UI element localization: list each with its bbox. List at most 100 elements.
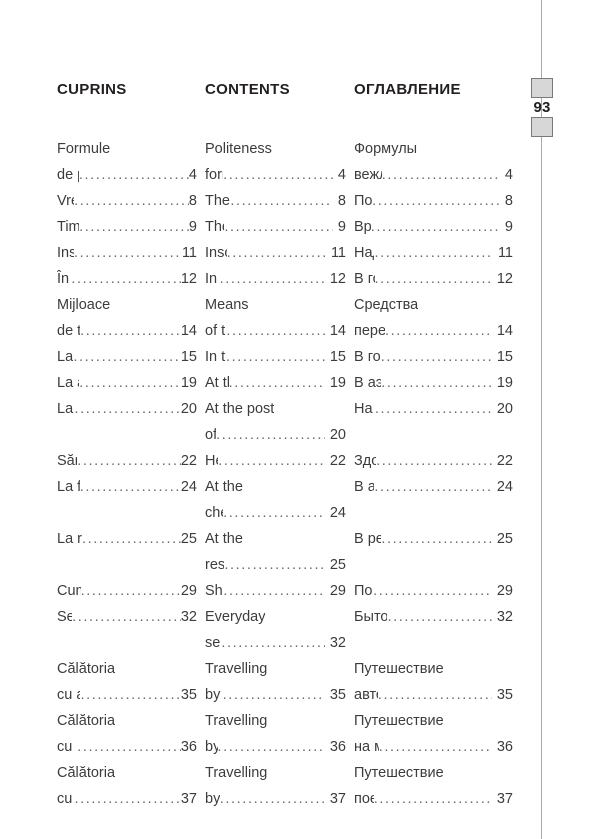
toc-entry-row[interactable]: на машине...............................… xyxy=(354,734,513,760)
toc-column-heading: ОГЛАВЛЕНИЕ xyxy=(354,81,461,98)
toc-entry-row[interactable]: At the xyxy=(205,526,346,552)
toc-entry-row[interactable]: Бытовые услуги..........................… xyxy=(354,604,513,630)
toc-entry-row[interactable]: cu trenul...............................… xyxy=(57,786,197,812)
dot-leader: ........................................… xyxy=(226,323,324,339)
toc-entry-row[interactable]: formulas................................… xyxy=(205,162,346,188)
dot-leader: ........................................… xyxy=(374,271,492,287)
toc-entry-row[interactable]: by car..................................… xyxy=(205,734,346,760)
toc-entry-row[interactable]: поездом.................................… xyxy=(354,786,513,812)
toc-rows: Formule de politeţe......................… xyxy=(57,136,197,812)
toc-entry-row[interactable]: La aeroport.............................… xyxy=(57,370,197,396)
toc-entry-row[interactable]: В аэропорту.............................… xyxy=(354,370,513,396)
toc-entry-row[interactable]: Servicii................................… xyxy=(57,604,197,630)
toc-entry-row[interactable]: In town.................................… xyxy=(205,266,346,292)
toc-entry-row[interactable]: Погода..................................… xyxy=(354,188,513,214)
dot-leader: ........................................… xyxy=(223,583,325,599)
toc-entry-row[interactable]: At the airport..........................… xyxy=(205,370,346,396)
toc-entry-row[interactable]: Формулы xyxy=(354,136,513,162)
toc-entry-row[interactable]: Călătoria xyxy=(57,656,197,682)
toc-entry-label: At the post xyxy=(205,401,275,417)
toc-entry-row[interactable]: Inscripţii..............................… xyxy=(57,240,197,266)
dot-leader: ........................................… xyxy=(230,193,333,209)
toc-entry-label: Politeness xyxy=(205,141,272,157)
toc-entry-row[interactable]: Mijloace xyxy=(57,292,197,318)
toc-entry-row[interactable]: The Time................................… xyxy=(205,214,346,240)
toc-entry-row[interactable]: La hotel................................… xyxy=(57,344,197,370)
toc-entry-row[interactable]: În oraş.................................… xyxy=(57,266,197,292)
toc-entry-row[interactable]: Everyday xyxy=(205,604,346,630)
toc-entry-row[interactable]: В аптеке................................… xyxy=(354,474,513,500)
toc-entry-row[interactable]: restaurant..............................… xyxy=(205,552,346,578)
toc-entry-label: chemist's xyxy=(205,505,223,521)
toc-entry-label: автобусом xyxy=(354,687,378,703)
toc-entry-row[interactable]: La farmacie.............................… xyxy=(57,474,197,500)
toc-entry-row[interactable]: office..................................… xyxy=(205,422,346,448)
toc-entry-row[interactable]: Travelling xyxy=(205,656,346,682)
toc-entry-row[interactable]: by train................................… xyxy=(205,786,346,812)
toc-entry-row[interactable]: Politeness xyxy=(205,136,346,162)
dot-leader: ........................................… xyxy=(77,453,181,469)
toc-page-number: 9 xyxy=(504,219,513,235)
toc-page-number: 24 xyxy=(329,505,346,521)
toc-entry-label: restaurant xyxy=(205,557,225,573)
toc-entry-row[interactable]: Путешествие xyxy=(354,708,513,734)
toc-entry-row[interactable]: Shopping................................… xyxy=(205,578,346,604)
toc-entry-row[interactable]: Путешествие xyxy=(354,760,513,786)
toc-entry-row[interactable]: Cumpărături.............................… xyxy=(57,578,197,604)
toc-entry-row[interactable]: В гостинице.............................… xyxy=(354,344,513,370)
toc-entry-row[interactable]: of transport............................… xyxy=(205,318,346,344)
toc-entry-row[interactable]: Health..................................… xyxy=(205,448,346,474)
toc-entry-row[interactable]: Means xyxy=(205,292,346,318)
toc-entry-row[interactable]: Inscriptions............................… xyxy=(205,240,346,266)
toc-entry-row[interactable]: Время...................................… xyxy=(354,214,513,240)
toc-entry-row[interactable]: Timpul/ora..............................… xyxy=(57,214,197,240)
toc-entry-row[interactable]: Formule xyxy=(57,136,197,162)
toc-entry-label: Travelling xyxy=(205,661,268,677)
toc-entry-row[interactable]: At the xyxy=(205,474,346,500)
toc-entry-row[interactable]: Travelling xyxy=(205,708,346,734)
toc-entry-row[interactable]: Călătoria xyxy=(57,708,197,734)
toc-entry-row[interactable]: передвижения............................… xyxy=(354,318,513,344)
toc-entry-row[interactable]: автобусом...............................… xyxy=(354,682,513,708)
toc-entry-row[interactable]: Покупки.................................… xyxy=(354,578,513,604)
toc-page-number: 9 xyxy=(337,219,346,235)
toc-entry-row[interactable]: In the hotel............................… xyxy=(205,344,346,370)
dot-leader: ........................................… xyxy=(381,375,492,391)
toc-entry-row[interactable]: вежливости..............................… xyxy=(354,162,513,188)
toc-entry-row[interactable]: de transport............................… xyxy=(57,318,197,344)
toc-entry-label: de politeţe xyxy=(57,167,79,183)
toc-page-number: 29 xyxy=(496,583,513,599)
toc-entry-label: de transport xyxy=(57,323,81,339)
toc-entry-row[interactable]: Путешествие xyxy=(354,656,513,682)
toc-entry-row[interactable]: Vremea..................................… xyxy=(57,188,197,214)
toc-entry-row[interactable]: Надписи.................................… xyxy=(354,240,513,266)
toc-entry-row[interactable]: Sănătatea...............................… xyxy=(57,448,197,474)
toc-entry-row[interactable]: La restaurant...........................… xyxy=(57,526,197,552)
toc-entry-row[interactable]: Travelling xyxy=(205,760,346,786)
toc-entry-row[interactable]: Călătoria xyxy=(57,760,197,786)
toc-entry-row[interactable]: At the post xyxy=(205,396,346,422)
toc-entry-label: вежливости xyxy=(354,167,382,183)
toc-entry-row[interactable]: На почте................................… xyxy=(354,396,513,422)
toc-entry-label: В аптеке xyxy=(354,479,375,495)
toc-entry-row[interactable]: The Weather.............................… xyxy=(205,188,346,214)
toc-page-number: 4 xyxy=(188,167,197,183)
toc-page-number: 14 xyxy=(180,323,197,339)
toc-page-number: 14 xyxy=(496,323,513,339)
dot-leader: ........................................… xyxy=(222,687,325,703)
toc-entry-row[interactable]: Здоровье................................… xyxy=(354,448,513,474)
toc-entry-label: La farmacie xyxy=(57,479,80,495)
toc-entry-row[interactable]: chemist's...............................… xyxy=(205,500,346,526)
toc-entry-row[interactable]: В ресторане.............................… xyxy=(354,526,513,552)
toc-entry-row[interactable]: de politeţe.............................… xyxy=(57,162,197,188)
dot-leader: ........................................… xyxy=(74,791,181,807)
toc-page-number: 11 xyxy=(497,245,513,261)
toc-entry-label: передвижения xyxy=(354,323,385,339)
toc-entry-row[interactable]: La poştă................................… xyxy=(57,396,197,422)
toc-entry-row[interactable]: Средства xyxy=(354,292,513,318)
toc-entry-row[interactable]: cu maşina...............................… xyxy=(57,734,197,760)
toc-entry-row[interactable]: services................................… xyxy=(205,630,346,656)
toc-entry-row[interactable]: by coach................................… xyxy=(205,682,346,708)
toc-entry-row[interactable]: В городе................................… xyxy=(354,266,513,292)
toc-entry-row[interactable]: cu autocarul............................… xyxy=(57,682,197,708)
